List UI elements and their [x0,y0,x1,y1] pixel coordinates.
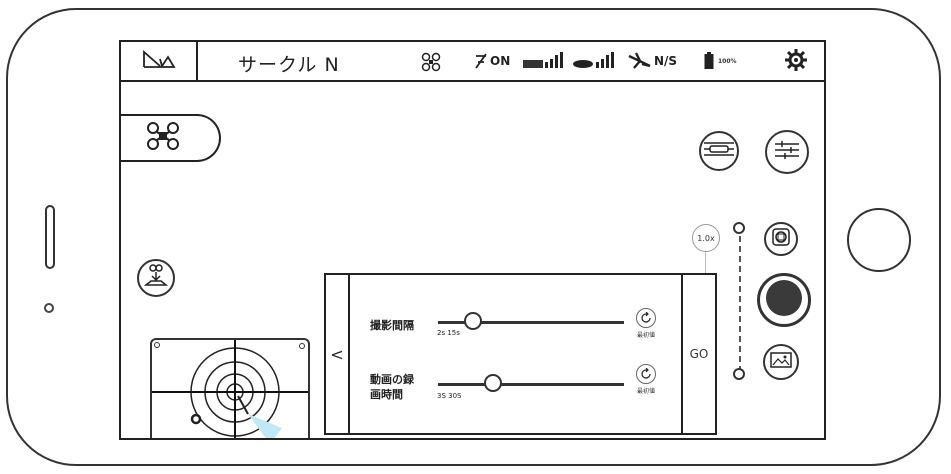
vr-button[interactable] [699,131,739,171]
record-button-icon [764,278,804,322]
record-button[interactable] [757,273,811,327]
drone-icon [146,121,180,155]
plane-direction-icon [628,52,652,70]
top-bar: サークル N ON N/S 100% [121,42,824,82]
shooting-interval-range: 2s 15s [437,329,460,337]
landing-button[interactable] [137,259,175,297]
phone-camera [44,303,54,313]
zoom-slider-top-knob[interactable] [733,222,745,234]
drone-mode-button[interactable] [121,114,221,162]
gps-label: ON [490,54,511,68]
app-screen: サークル N ON N/S 100% 1.0x < 撮影間隔 2s 15s 最初… [119,40,826,440]
controller-signal-icon [572,52,618,70]
signal-icon [523,52,563,70]
satellite-icon [474,52,488,70]
video-length-slider[interactable] [438,383,624,386]
go-button[interactable]: GO [681,275,715,433]
logo-icon [142,49,176,73]
home-button[interactable] [847,208,911,272]
adjust-button[interactable] [765,130,809,174]
logo-button[interactable] [121,42,198,80]
gallery-button[interactable] [763,344,799,380]
vertical-zoom-slider[interactable] [739,236,741,372]
joystick-icon [152,340,308,438]
video-length-label-1: 動画の録 [370,373,414,386]
reset-label: 最初値 [636,332,655,339]
panel-back-button[interactable]: < [326,275,350,433]
shooting-interval-label: 撮影間隔 [370,319,414,332]
video-length-label-2: 画時間 [370,388,403,401]
gps-icon [421,52,441,72]
vr-icon [704,141,734,161]
video-length-reset-button[interactable]: 最初値 [628,364,664,395]
timelapse-settings-panel: < 撮影間隔 2s 15s 最初値 動画の録 画時間 3S 30S 最初値 GO [324,273,717,435]
reset-label: 最初値 [636,388,655,395]
photo-button[interactable] [764,222,798,256]
gear-icon [785,49,807,71]
settings-button[interactable] [785,49,807,71]
zoom-slider-bottom-knob[interactable] [733,368,745,380]
sliders-icon [775,140,799,164]
drone-status [421,52,441,72]
zoom-connector [705,252,706,274]
reset-icon [636,364,656,384]
landing-icon [143,263,169,293]
direction-label: N/S [654,54,678,68]
gallery-icon [770,352,792,372]
video-length-range: 3S 30S [437,392,462,400]
battery-status: 100% [704,52,737,70]
signal-status [523,52,563,70]
page-title: サークル N [238,54,340,76]
shooting-interval-reset-button[interactable]: 最初値 [628,308,664,339]
battery-icon [704,52,714,70]
shooting-interval-knob[interactable] [464,312,482,330]
zoom-indicator: 1.0x [692,224,720,252]
controller-status [572,52,618,70]
direction-status: N/S [628,52,677,70]
phone-speaker [45,205,55,269]
reset-icon [636,308,656,328]
video-length-knob[interactable] [484,374,502,392]
gps-status-button[interactable]: ON [474,52,510,70]
photo-icon [771,227,791,251]
battery-label: 100% [718,57,737,65]
joystick-panel[interactable] [150,338,310,438]
